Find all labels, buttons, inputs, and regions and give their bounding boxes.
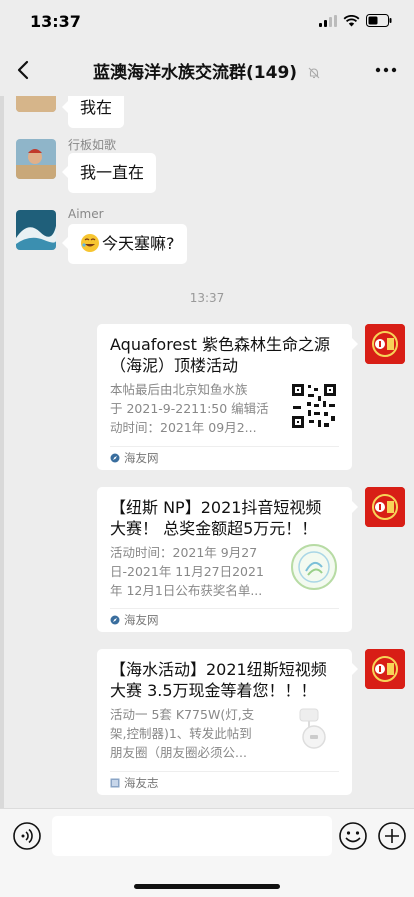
avatar[interactable] xyxy=(16,139,56,179)
wifi-icon xyxy=(343,14,360,26)
battery-icon xyxy=(366,14,392,27)
link-card[interactable]: 【海水活动】2021纽斯短视频 大赛 3.5万现金等着您！！！ 活动一 5套 K… xyxy=(97,649,358,795)
logo-avatar[interactable] xyxy=(365,649,405,689)
input-bar xyxy=(0,808,414,897)
contest-logo-icon xyxy=(291,544,337,590)
status-bar: 13:37 xyxy=(0,0,414,44)
card-description: 活动一 5套 K775W(灯,支 架,控制器)1、转发此帖到 朋友圈（朋友圈必须… xyxy=(110,707,255,760)
mute-bell-icon xyxy=(308,67,320,79)
card-title: 【海水活动】2021纽斯短视频 大赛 3.5万现金等着您！！！ xyxy=(110,660,327,700)
card-source: 海友网 xyxy=(110,450,159,466)
avatar[interactable] xyxy=(16,96,56,112)
brand-logo-icon xyxy=(365,487,405,527)
status-icons xyxy=(319,14,392,27)
avatar-image xyxy=(16,96,56,112)
card-divider xyxy=(110,446,339,447)
compass-icon xyxy=(110,615,120,625)
time-separator: 13:37 xyxy=(189,291,225,305)
link-card[interactable]: Aquaforest 紫色森林生命之源 （海泥）顶楼活动 本帖最后由北京知鱼水族… xyxy=(97,324,358,470)
avatar[interactable] xyxy=(16,210,56,250)
compass-icon xyxy=(110,453,120,463)
source-logo-icon xyxy=(110,778,120,788)
card-description: 活动时间：2021年 9月27 日-2021年 11月27日2021 年 12月… xyxy=(110,545,264,598)
sender-name: 行板如歌 xyxy=(68,138,117,152)
avatar-image xyxy=(16,139,56,179)
chat-area[interactable]: 我在 行板如歌 我一直在 Aimer 今天塞嘛? 13:37 Aquafores… xyxy=(0,96,414,808)
qr-code-icon xyxy=(290,382,338,430)
product-thumb-icon xyxy=(290,705,338,753)
status-time: 13:37 xyxy=(30,12,81,31)
card-description: 本帖最后由北京知鱼水族 于 2021-9-2211:50 编辑活 动时间：202… xyxy=(110,382,269,435)
logo-avatar[interactable] xyxy=(365,324,405,364)
nav-bar: 蓝澳海洋水族交流群(149) xyxy=(0,44,414,96)
card-divider xyxy=(110,608,339,609)
brand-logo-icon xyxy=(365,649,405,689)
message-text: 我在 xyxy=(80,98,113,117)
card-title: 【纽斯 NP】2021抖音短视频 大赛！ 总奖金额超5万元！！ xyxy=(110,498,322,538)
plus-button[interactable] xyxy=(377,821,407,851)
laughing-emoji-icon xyxy=(81,234,99,252)
message-bubble[interactable]: 今天塞嘛? xyxy=(62,224,187,264)
home-indicator xyxy=(134,884,280,889)
emoji-button[interactable] xyxy=(338,821,368,851)
card-source: 海友志 xyxy=(110,775,159,791)
voice-button[interactable] xyxy=(12,821,42,851)
message-bubble[interactable]: 我一直在 xyxy=(61,153,157,193)
message-bubble[interactable]: 我在 xyxy=(61,96,125,128)
brand-logo-icon xyxy=(365,324,405,364)
message-text: 今天塞嘛? xyxy=(102,234,175,253)
logo-avatar[interactable] xyxy=(365,487,405,527)
more-options-button[interactable] xyxy=(374,60,398,80)
group-name: 蓝澳海洋水族交流群(149) xyxy=(93,63,298,83)
signal-icon xyxy=(319,14,337,27)
avatar-image xyxy=(16,210,56,250)
message-input[interactable] xyxy=(52,816,332,856)
message-text: 我一直在 xyxy=(80,163,145,182)
card-title: Aquaforest 紫色森林生命之源 （海泥）顶楼活动 xyxy=(110,335,330,375)
link-card[interactable]: 【纽斯 NP】2021抖音短视频 大赛！ 总奖金额超5万元！！ 活动时间：202… xyxy=(97,487,358,632)
card-divider xyxy=(110,771,339,772)
back-button[interactable] xyxy=(10,56,38,84)
card-source: 海友网 xyxy=(110,612,159,628)
sender-name: Aimer xyxy=(68,207,104,221)
page-title: 蓝澳海洋水族交流群(149) xyxy=(60,58,354,83)
